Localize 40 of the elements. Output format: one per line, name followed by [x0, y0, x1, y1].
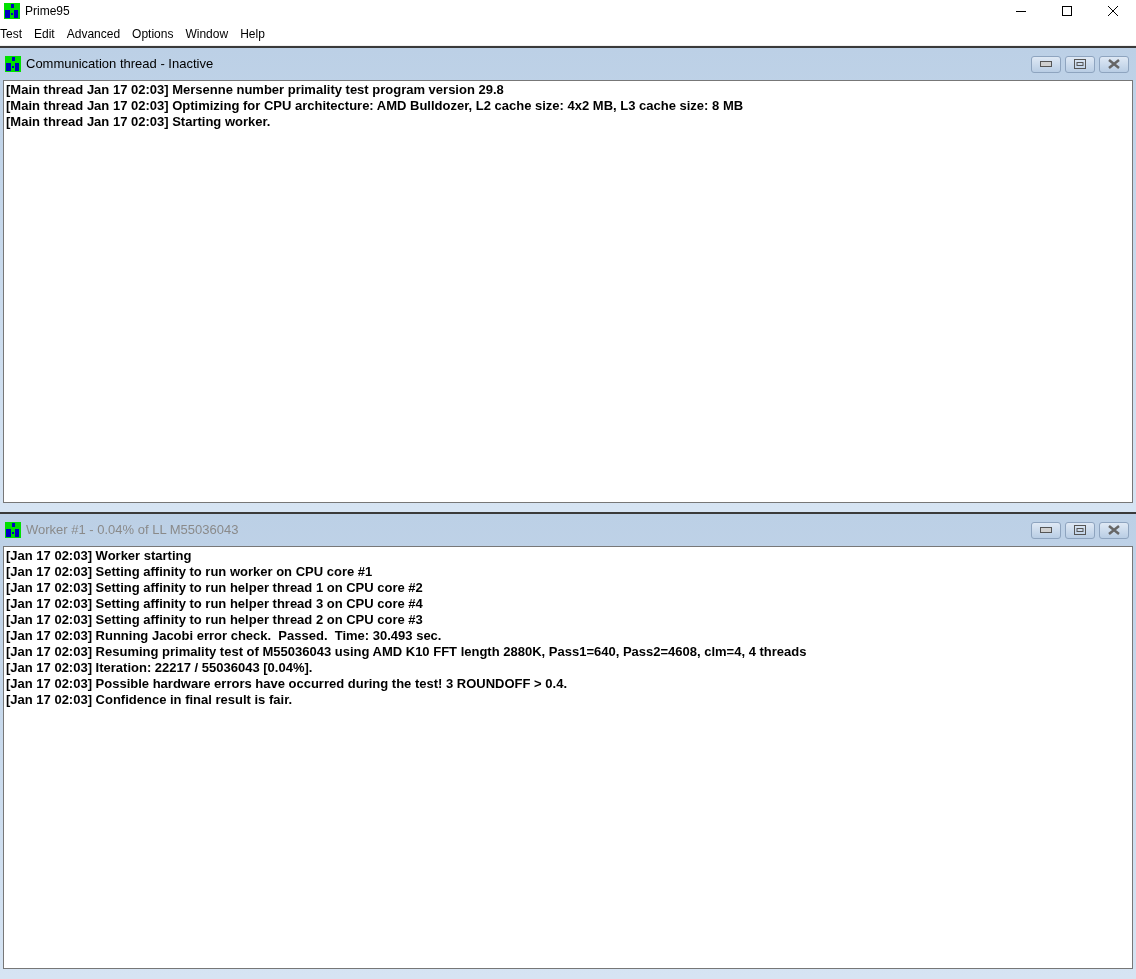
minimize-icon	[1016, 10, 1026, 12]
child-window-title: Worker #1 - 0.04% of LL M55036043	[26, 521, 239, 540]
log-line: [Jan 17 02:03] Possible hardware errors have occurred during the test! 3 ROUNDOFF > 0.4.	[6, 676, 568, 692]
log-line: [Jan 17 02:03] Setting affinity to run helper thread 3 on CPU core #4	[6, 596, 424, 612]
menu-item[interactable]: Window	[179, 24, 235, 43]
log-line: [Jan 17 02:03] Iteration: 22217 / 55036043 [0.04%].	[6, 660, 314, 676]
close-icon	[1108, 59, 1120, 69]
restore-button[interactable]	[1065, 55, 1095, 73]
log-line: [Jan 17 02:03] Resuming primality test of M55036043 using AMD K10 FFT length 2880K, Pass1=640, Pass2=4608, clm=4, 4 threads	[6, 644, 808, 660]
minimize-button[interactable]	[1031, 521, 1061, 539]
minimize-button[interactable]	[1031, 55, 1061, 73]
log-line: [Jan 17 02:03] Worker starting	[6, 548, 193, 564]
log-line: [Jan 17 02:03] Confidence in final result is fair.	[6, 692, 294, 708]
menu-item[interactable]: Options	[126, 24, 180, 43]
restore-icon	[1074, 525, 1086, 535]
menu-item[interactable]: Help	[234, 24, 271, 43]
log-line: [Jan 17 02:03] Setting affinity to run helper thread 1 on CPU core #2	[6, 580, 424, 596]
log-line: [Jan 17 02:03] Setting affinity to run helper thread 2 on CPU core #3	[6, 612, 424, 628]
log-line: [Main thread Jan 17 02:03] Mersenne number primality test program version 29.8	[6, 82, 505, 98]
log-line: [Main thread Jan 17 02:03] Optimizing for CPU architecture: AMD Bulldozer, L2 cache size: 4x2 MB, L3 cache size: 8 MB	[6, 98, 745, 114]
restore-button[interactable]	[1065, 521, 1095, 539]
minimize-icon	[1040, 61, 1052, 67]
log-line: [Jan 17 02:03] Running Jacobi error check. Passed. Time: 30.493 sec.	[6, 628, 443, 644]
window-title: Prime95	[25, 3, 70, 20]
app-logo-icon	[4, 3, 20, 19]
close-icon	[1108, 6, 1118, 16]
menu-item[interactable]: Edit	[28, 24, 61, 43]
app-logo-icon	[5, 56, 21, 72]
log-line: [Jan 17 02:03] Setting affinity to run worker on CPU core #1	[6, 564, 374, 580]
minimize-icon	[1040, 527, 1052, 533]
close-button[interactable]	[1099, 521, 1129, 539]
restore-icon	[1074, 59, 1086, 69]
close-button[interactable]	[1099, 55, 1129, 73]
log-line: [Main thread Jan 17 02:03] Starting worker.	[6, 114, 272, 130]
menu-item[interactable]: Test	[0, 24, 28, 43]
maximize-icon	[1062, 6, 1072, 16]
app-logo-icon	[5, 522, 21, 538]
close-icon	[1108, 525, 1120, 535]
child-window-title: Communication thread - Inactive	[26, 55, 214, 74]
menu-item[interactable]: Advanced	[60, 24, 127, 43]
